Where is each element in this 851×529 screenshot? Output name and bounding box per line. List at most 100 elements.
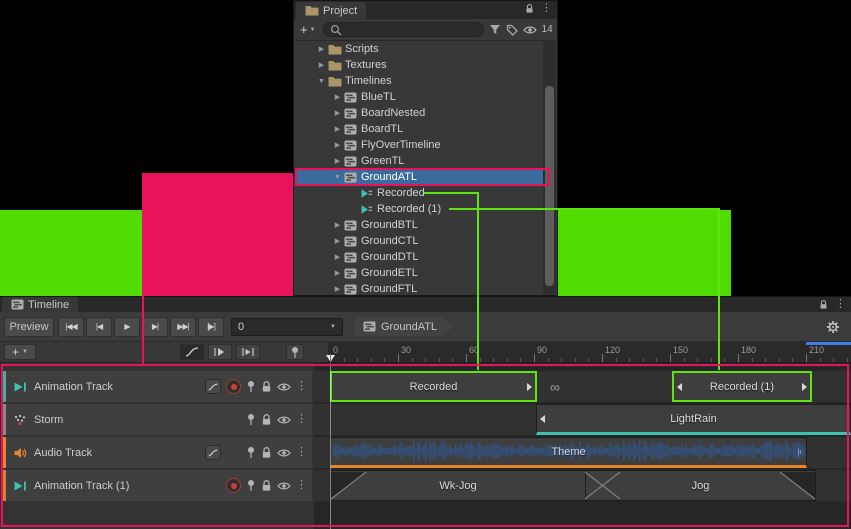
search-by-type-icon[interactable] (489, 24, 501, 35)
curves-toggle-button[interactable] (205, 445, 221, 460)
tree-item-boardnested[interactable]: ▶BoardNested (295, 105, 543, 121)
search-by-label-icon[interactable] (506, 24, 518, 36)
tree-item-scripts[interactable]: ▶Scripts (295, 41, 543, 57)
kebab-menu-icon[interactable]: ⋮ (541, 3, 552, 14)
markers-toggle-button[interactable] (286, 344, 304, 360)
tree-item-grounddtl[interactable]: ▶ GroundDTL (295, 249, 543, 265)
track-header-animation-track-1[interactable]: Animation Track (1)⋮ (2, 470, 312, 501)
tree-item-recorded[interactable]: Recorded (295, 185, 543, 201)
clip-ease-handle-left[interactable] (677, 383, 682, 391)
pin-toggle-icon[interactable] (246, 446, 256, 459)
tab-timeline[interactable]: Timeline (2, 297, 78, 312)
chevron-down-icon[interactable]: ▼ (330, 324, 336, 330)
create-asset-button[interactable]: + ▼ (298, 22, 318, 38)
ruler-label: 180 (741, 345, 756, 355)
kebab-menu-icon[interactable]: ⋮ (835, 299, 846, 310)
clip-recorded[interactable]: Recorded (330, 371, 537, 402)
track-menu-button[interactable]: ⋮ (296, 414, 307, 425)
eye-toggle-icon[interactable] (277, 415, 291, 425)
clip-theme[interactable]: Theme (330, 437, 807, 468)
tree-item-timelines[interactable]: ▼Timelines (295, 73, 543, 89)
tree-item-bluetl[interactable]: ▶BlueTL (295, 89, 543, 105)
tree-item-label: GroundCTL (361, 235, 418, 247)
foldout-closed-icon[interactable]: ▶ (331, 237, 344, 245)
eye-toggle-icon[interactable] (277, 481, 291, 491)
curves-toggle-button[interactable] (205, 379, 221, 394)
foldout-open-icon[interactable]: ▼ (331, 174, 344, 181)
animation-clip-icon (360, 188, 375, 199)
timeline-ruler[interactable]: 0306090120150180210 (328, 342, 851, 363)
visibility-icon[interactable] (523, 25, 537, 35)
foldout-closed-icon[interactable]: ▶ (331, 141, 344, 149)
foldout-open-icon[interactable]: ▼ (315, 78, 328, 85)
foldout-closed-icon[interactable]: ▶ (315, 45, 328, 53)
foldout-closed-icon[interactable]: ▶ (331, 93, 344, 101)
track-menu-button[interactable]: ⋮ (296, 381, 307, 392)
frame-field[interactable]: 0 ▼ (231, 318, 343, 336)
tree-item-label: GroundDTL (361, 251, 418, 263)
ruler-label: 150 (673, 345, 688, 355)
tree-item-recorded-1[interactable]: Recorded (1) (295, 201, 543, 217)
eye-toggle-icon[interactable] (277, 382, 291, 392)
lock-toggle-icon[interactable] (261, 380, 272, 393)
foldout-closed-icon[interactable]: ▶ (331, 125, 344, 133)
play-range-button[interactable]: [▶] (198, 317, 224, 337)
lock-toggle-icon[interactable] (261, 479, 272, 492)
folder-icon (328, 60, 343, 71)
clip-lightrain[interactable]: LightRain (536, 404, 851, 435)
tree-item-groundctl[interactable]: ▶ GroundCTL (295, 233, 543, 249)
track-header-animation-track[interactable]: Animation Track⋮ (2, 371, 312, 402)
search-box[interactable] (323, 22, 484, 37)
foldout-closed-icon[interactable]: ▶ (331, 157, 344, 165)
tree-item-groundbtl[interactable]: ▶GroundBTL (295, 217, 543, 233)
foldout-closed-icon[interactable]: ▶ (331, 285, 344, 293)
clip-recorded-1[interactable]: Recorded (1) (672, 371, 812, 402)
clip-ease-handle-right[interactable] (527, 383, 532, 391)
foldout-closed-icon[interactable]: ▶ (315, 61, 328, 69)
foldout-closed-icon[interactable]: ▶ (331, 109, 344, 117)
tree-item-boardtl[interactable]: ▶BoardTL (295, 121, 543, 137)
foldout-closed-icon[interactable]: ▶ (331, 269, 344, 277)
tree-item-flyovertimeline[interactable]: ▶FlyOverTimeline (295, 137, 543, 153)
play-button[interactable]: ▶ (114, 317, 140, 337)
tree-item-groundetl[interactable]: ▶GroundETL (295, 265, 543, 281)
breadcrumb[interactable]: GroundATL (355, 317, 453, 336)
edit-mode-mix-button[interactable] (208, 344, 232, 360)
lock-toggle-icon[interactable] (261, 413, 272, 426)
scrollbar[interactable] (543, 41, 556, 294)
ruler-major-tick (466, 354, 467, 362)
foldout-closed-icon[interactable]: ▶ (331, 253, 344, 261)
tree-item-groundftl[interactable]: ▶GroundFTL (295, 281, 543, 295)
add-track-button[interactable]: + ▼ (4, 344, 36, 360)
lock-toggle-icon[interactable] (261, 446, 272, 459)
preview-button[interactable]: Preview (4, 317, 54, 337)
goto-end-button[interactable]: ▶▶| (170, 317, 196, 337)
pin-toggle-icon[interactable] (246, 413, 256, 426)
tree-item-textures[interactable]: ▶Textures (295, 57, 543, 73)
pin-toggle-icon[interactable] (246, 479, 256, 492)
goto-start-button[interactable]: |◀◀ (58, 317, 84, 337)
record-arm-button[interactable] (226, 379, 241, 394)
track-header-storm[interactable]: Storm⋮ (2, 404, 312, 435)
previous-frame-button[interactable]: |◀ (86, 317, 112, 337)
clip-ease-handle-right[interactable] (802, 383, 807, 391)
track-menu-button[interactable]: ⋮ (296, 447, 307, 458)
track-menu-button[interactable]: ⋮ (296, 480, 307, 491)
search-input[interactable] (345, 24, 477, 35)
tree-item-greentl[interactable]: ▶GreenTL (295, 153, 543, 169)
record-arm-button[interactable] (226, 478, 241, 493)
edit-mode-ripple-button[interactable] (236, 344, 260, 360)
foldout-closed-icon[interactable]: ▶ (331, 221, 344, 229)
curves-view-button[interactable] (180, 344, 204, 360)
clip-ease-handle-left[interactable] (540, 415, 545, 423)
eye-toggle-icon[interactable] (277, 448, 291, 458)
tree-item-groundatl[interactable]: ▼GroundATL (295, 169, 543, 185)
scrollbar-thumb[interactable] (545, 86, 554, 286)
next-frame-button[interactable]: ▶| (142, 317, 168, 337)
track-header-audio-track[interactable]: Audio Track⋮ (2, 437, 312, 468)
gear-icon[interactable] (826, 320, 840, 334)
pin-toggle-icon[interactable] (246, 380, 256, 393)
tab-project[interactable]: Project (296, 2, 366, 19)
lock-icon[interactable] (819, 299, 828, 310)
lock-icon[interactable] (525, 3, 534, 14)
